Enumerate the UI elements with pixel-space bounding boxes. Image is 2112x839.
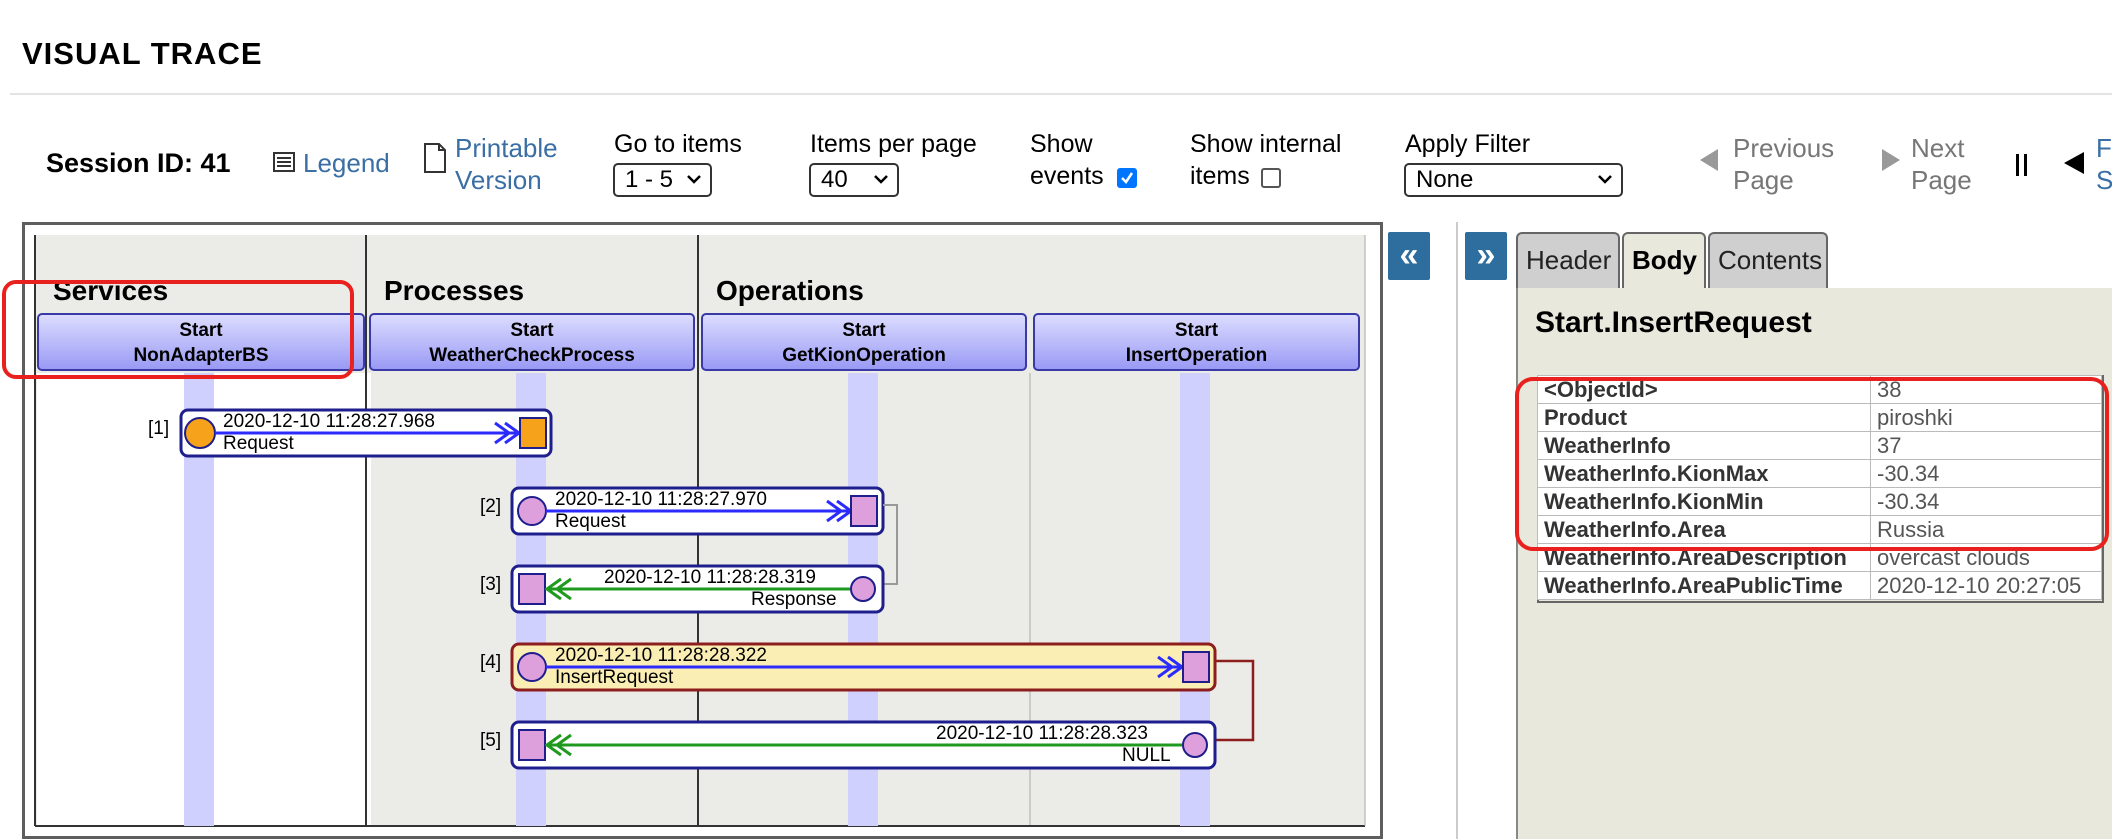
- message-5-time: 2020-12-10 11:28:28.323: [936, 723, 1148, 744]
- goto-items-label: Go to items: [614, 130, 742, 158]
- previous-line2[interactable]: Page: [1733, 164, 1834, 196]
- apply-filter-select[interactable]: None: [1404, 163, 1623, 197]
- group-title-processes: Processes: [384, 275, 525, 306]
- message-3-source-circle: [850, 576, 876, 602]
- message-4-source-circle: [517, 652, 547, 682]
- next-line1[interactable]: Next: [1911, 132, 1972, 164]
- actor-getkionoperation[interactable]: Start GetKionOperation: [701, 313, 1027, 371]
- actor-2-line2: GetKionOperation: [782, 345, 946, 366]
- tab-body[interactable]: Body: [1622, 232, 1706, 288]
- items-per-page-select[interactable]: 40: [809, 163, 899, 197]
- pause-icon[interactable]: [2014, 152, 2030, 178]
- show-events-line2: events: [1030, 162, 1104, 190]
- items-per-page-value: 40: [821, 166, 848, 193]
- property-value: 2020-12-10 20:27:05: [1870, 571, 2102, 600]
- actor-1-line1: Start: [510, 320, 554, 341]
- actor-1-line2: WeatherCheckProcess: [429, 345, 635, 366]
- collapse-right-button[interactable]: »: [1465, 232, 1507, 280]
- cut-off-line1[interactable]: F: [2096, 132, 2112, 164]
- actor-3-line2: InsertOperation: [1125, 345, 1268, 366]
- show-events-line1: Show: [1030, 130, 1093, 158]
- play-back-icon[interactable]: [2062, 150, 2086, 176]
- previous-page-icon[interactable]: [1698, 147, 1720, 173]
- message-3-label: Response: [751, 589, 837, 610]
- message-4-time: 2020-12-10 11:28:28.322: [555, 645, 767, 666]
- cut-off-line2[interactable]: S: [2096, 164, 2112, 196]
- next-line2[interactable]: Page: [1911, 164, 1972, 196]
- goto-items-select[interactable]: 1 - 5: [613, 163, 712, 197]
- actor-3-line1: Start: [1174, 320, 1219, 341]
- tab-header[interactable]: Header: [1516, 232, 1620, 288]
- previous-line1[interactable]: Previous: [1733, 132, 1834, 164]
- message-5-source-circle: [1182, 732, 1208, 758]
- page-title: VISUAL TRACE: [22, 36, 263, 71]
- message-4-index: [4]: [480, 652, 502, 673]
- printable-line1[interactable]: Printable: [455, 132, 558, 164]
- message-5-target-box: [518, 729, 546, 761]
- goto-items-value: 1 - 5: [625, 166, 674, 193]
- legend-icon[interactable]: [272, 150, 296, 174]
- message-2-time: 2020-12-10 11:28:27.970: [555, 489, 767, 510]
- message-4-label: InsertRequest: [555, 667, 674, 688]
- chevron-down-icon: [687, 175, 701, 184]
- message-3-target-box: [518, 573, 546, 605]
- title-divider: [10, 93, 2112, 95]
- show-events-label: Show events: [1030, 128, 1104, 192]
- collapse-left-button[interactable]: «: [1388, 232, 1430, 280]
- highlight-annotation-properties: [1515, 377, 2109, 551]
- next-page-link[interactable]: Next Page: [1911, 132, 1972, 196]
- message-1-source-circle: [184, 417, 216, 449]
- message-2-index: [2]: [480, 496, 502, 517]
- property-key: WeatherInfo.AreaPublicTime: [1537, 571, 1871, 600]
- highlight-annotation-actor: [2, 280, 354, 379]
- apply-filter-label: Apply Filter: [1405, 130, 1531, 158]
- next-page-icon[interactable]: [1880, 147, 1902, 173]
- message-3-time: 2020-12-10 11:28:28.319: [604, 567, 816, 588]
- items-per-page-label: Items per page: [810, 130, 977, 158]
- tab-contents[interactable]: Contents: [1708, 232, 1828, 288]
- message-1-label: Request: [223, 433, 294, 454]
- chevron-down-icon: [874, 175, 888, 184]
- message-2-source-circle: [517, 496, 547, 526]
- show-events-checkbox[interactable]: [1117, 168, 1137, 188]
- show-internal-line1: Show internal: [1190, 130, 1342, 158]
- message-4-target-box: [1182, 651, 1210, 683]
- check-icon: [1121, 172, 1134, 184]
- message-5-index: [5]: [480, 730, 502, 751]
- message-3-index: [3]: [480, 574, 502, 595]
- cut-off-link[interactable]: F S: [2096, 132, 2112, 196]
- apply-filter-value: None: [1416, 166, 1474, 193]
- printable-version-link[interactable]: Printable Version: [455, 132, 558, 196]
- group-title-operations: Operations: [716, 275, 864, 306]
- message-5-label: NULL: [1122, 745, 1171, 766]
- panel-divider: [1456, 222, 1458, 839]
- previous-page-link[interactable]: Previous Page: [1733, 132, 1834, 196]
- message-2-label: Request: [555, 511, 626, 532]
- show-internal-checkbox[interactable]: [1261, 168, 1281, 188]
- session-id-label: Session ID: 41: [46, 148, 231, 178]
- message-1-index: [1]: [148, 418, 170, 439]
- actor-insertoperation[interactable]: Start InsertOperation: [1033, 313, 1360, 371]
- message-1-target-box: [519, 417, 547, 449]
- actor-weathercheckprocess[interactable]: Start WeatherCheckProcess: [369, 313, 695, 371]
- legend-link[interactable]: Legend: [303, 147, 390, 179]
- message-1-time: 2020-12-10 11:28:27.968: [223, 411, 435, 432]
- printable-doc-icon[interactable]: [424, 143, 446, 173]
- detail-title: Start.InsertRequest: [1535, 306, 1812, 339]
- message-2-target-box: [850, 495, 878, 527]
- chevron-down-icon: [1598, 175, 1612, 184]
- printable-line2[interactable]: Version: [455, 164, 558, 196]
- property-row: WeatherInfo.AreaPublicTime 2020-12-10 20:…: [1537, 571, 2102, 600]
- actor-2-line1: Start: [842, 320, 886, 341]
